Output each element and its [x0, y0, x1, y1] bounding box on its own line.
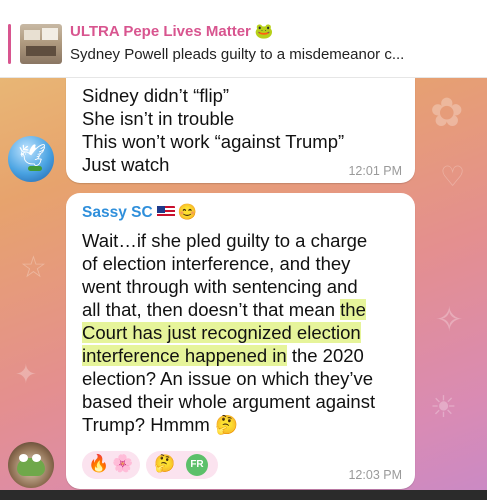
background-pattern: ✿ [430, 90, 464, 136]
message-line: She isn’t in trouble [82, 108, 235, 129]
bottom-edge [0, 490, 487, 500]
highlighted-text: Court has just recognized election [82, 322, 361, 343]
dove-avatar[interactable]: 🕊 [8, 136, 54, 182]
message-line: Trump? Hmmm 🤔 [82, 413, 412, 436]
message-line: based their whole argument against [82, 391, 376, 412]
pepe-avatar[interactable] [8, 442, 54, 488]
message-line: went through with sentencing and [82, 276, 358, 297]
sender-name-text: Sassy SC [82, 204, 153, 221]
message-line: of election interference, and they [82, 253, 351, 274]
message-timestamp: 12:03 PM [348, 468, 402, 482]
background-pattern: ☆ [20, 250, 47, 285]
pinned-thumbnail [20, 24, 62, 64]
message-line: Just watch [82, 154, 170, 175]
message-line: all that, then doesn’t that mean the [82, 298, 412, 321]
message-fragment: Trump? Hmmm [82, 414, 210, 435]
frog-emoji-icon: 🐸 [254, 23, 274, 40]
pinned-indicator [8, 24, 11, 64]
reaction-fire[interactable]: 🔥 🌸 [82, 451, 140, 479]
message-text: Sidney didn’t “flip” She isn’t in troubl… [82, 84, 344, 176]
background-pattern: ✦ [15, 360, 37, 390]
highlighted-text: the [340, 299, 366, 320]
background-pattern: ✧ [435, 300, 464, 340]
message-bubble[interactable]: Sidney didn’t “flip” She isn’t in troubl… [66, 78, 415, 183]
thinking-face-icon: 🤔 [214, 414, 238, 435]
message-timestamp: 12:01 PM [348, 164, 402, 178]
reactor-avatar: FR [186, 454, 208, 476]
message-text: Wait…if she pled guilty to a charge of e… [82, 229, 412, 436]
pinned-channel-title: ULTRA Pepe Lives Matter 🐸 [70, 22, 274, 40]
message-line: Court has just recognized election [82, 321, 412, 344]
message-line: election? An issue on which they’ve [82, 368, 374, 389]
message-fragment: all that, then doesn’t that mean [82, 299, 341, 320]
background-pattern: ☀ [430, 390, 457, 425]
smiling-face-icon: 😊 [177, 204, 197, 221]
fire-icon: 🔥 [88, 454, 110, 474]
message-line: Wait…if she pled guilty to a charge [82, 230, 368, 251]
background-pattern: ♡ [440, 160, 466, 193]
pinned-message-preview: Sydney Powell pleads guilty to a misdeme… [70, 46, 405, 63]
sender-name[interactable]: Sassy SC 😊 [82, 203, 197, 222]
us-flag-icon [156, 206, 175, 218]
message-line: Sidney didn’t “flip” [82, 85, 230, 106]
pinned-message-bar[interactable]: ULTRA Pepe Lives Matter 🐸 Sydney Powell p… [0, 0, 487, 78]
message-line: This won’t work “against Trump” [82, 131, 345, 152]
highlighted-text: interference happened in [82, 345, 287, 366]
message-fragment: the 2020 [286, 345, 364, 366]
thinking-face-icon: 🤔 [154, 454, 176, 474]
pinned-title-text: ULTRA Pepe Lives Matter [70, 23, 251, 40]
message-bubble[interactable]: Sassy SC 😊 Wait…if she pled guilty to a c… [66, 193, 415, 489]
flower-icon: 🌸 [112, 454, 134, 474]
reaction-thinking[interactable]: 🤔 FR [146, 451, 218, 479]
message-line: interference happened in the 2020 [82, 344, 412, 367]
